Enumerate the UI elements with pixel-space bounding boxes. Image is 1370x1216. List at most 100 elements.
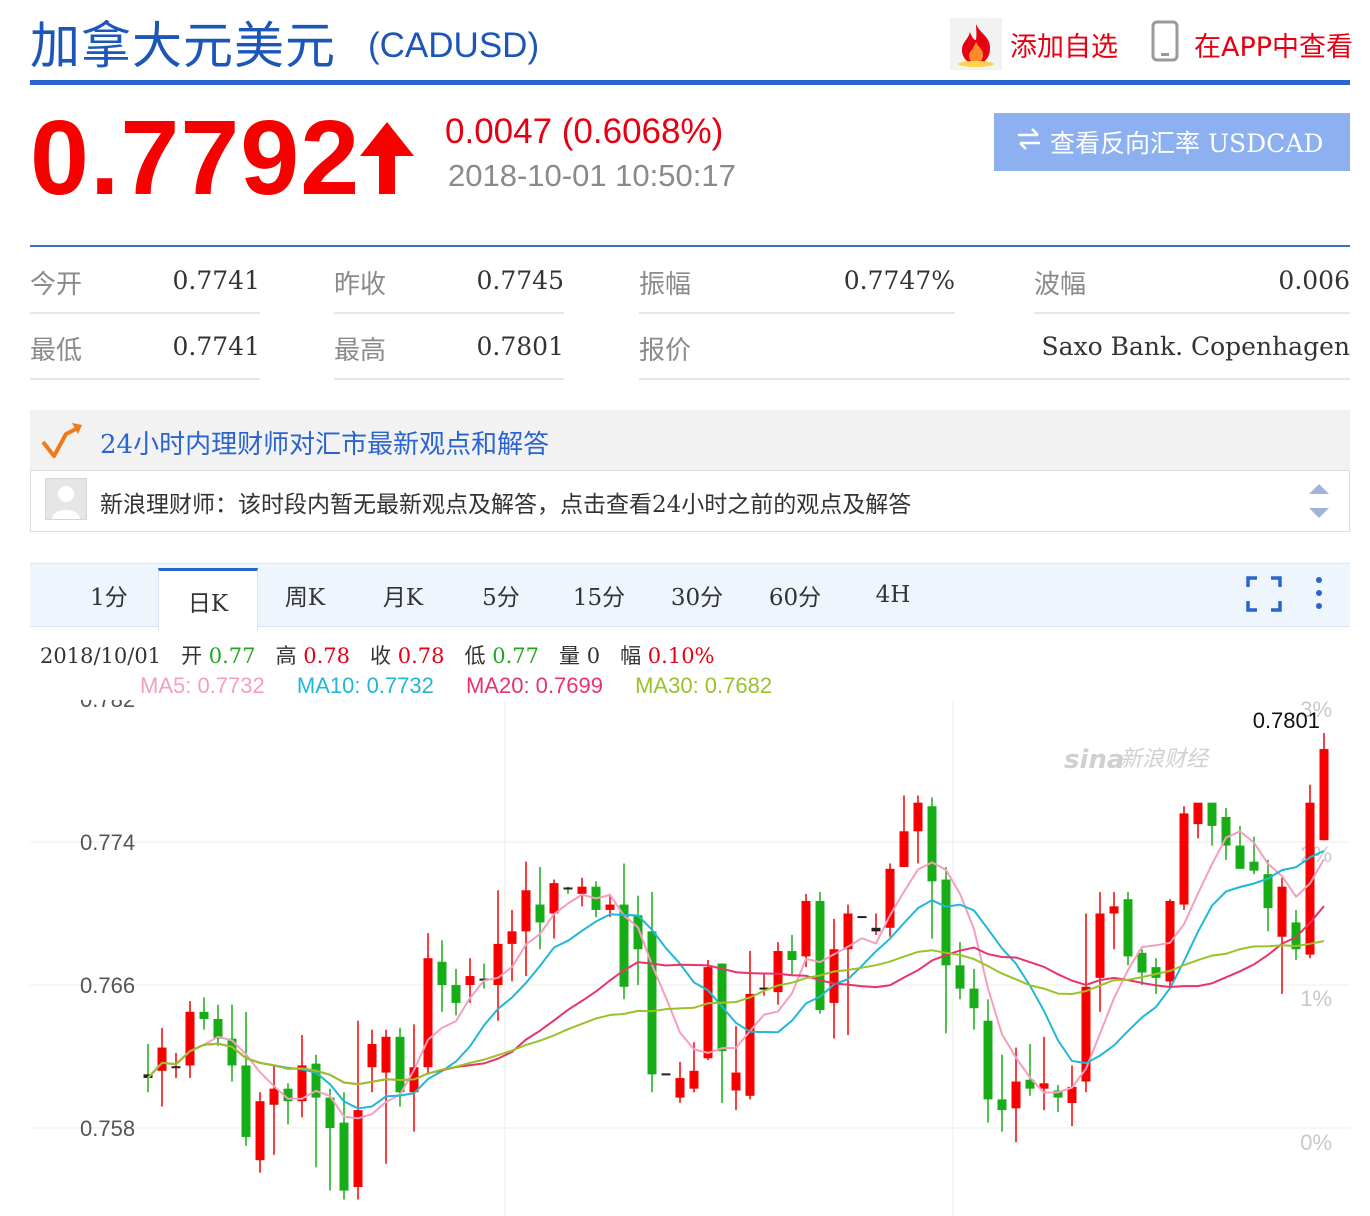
candle-body <box>997 1099 1007 1111</box>
open-value: 0.7741 <box>172 266 260 295</box>
low-value: 0.7741 <box>172 332 260 361</box>
candle-body <box>521 890 531 932</box>
quote-timestamp: 2018-10-01 10:50:17 <box>448 158 736 193</box>
opinion-title[interactable]: 24小时内理财师对汇市最新观点和解答 <box>100 424 549 461</box>
candle-body <box>899 831 909 868</box>
candle-body <box>367 1043 377 1068</box>
candle-body <box>633 915 643 950</box>
range-value: 0.006 <box>1278 266 1350 295</box>
row-divider <box>639 312 955 314</box>
candle-body <box>1179 813 1189 905</box>
ohlc-date: 2018/10/01 <box>40 644 162 668</box>
tab-0[interactable]: 1分 <box>60 565 158 625</box>
candle-body <box>983 1020 993 1100</box>
candle-body <box>241 1065 251 1137</box>
candle-body <box>1249 861 1259 871</box>
candle-body <box>927 806 937 882</box>
candle-body <box>1207 802 1217 826</box>
candle-body <box>199 1011 209 1019</box>
ohlc-readout: 2018/10/01 开 0.77 高 0.78 收 0.78 低 0.77 量… <box>40 640 715 670</box>
ohlc-close-label: 收 <box>370 644 392 668</box>
candle-body <box>381 1036 391 1073</box>
high-value: 0.7801 <box>476 332 564 361</box>
candle-body <box>171 1066 181 1069</box>
candle-body <box>339 1122 349 1191</box>
candle-body <box>451 985 461 1003</box>
prev-close-label: 昨收 <box>334 270 387 300</box>
add-watchlist-button[interactable]: 添加自选 <box>950 18 1118 70</box>
page-title: 加拿大元美元 <box>30 17 336 75</box>
candle-body <box>563 887 573 890</box>
ohlc-close: 0.78 <box>397 644 445 668</box>
row-divider <box>30 378 260 380</box>
pct-tick-label: 1% <box>1300 986 1332 1011</box>
ma20-legend: MA20: 0.7699 <box>465 673 603 698</box>
row-divider <box>639 378 1350 380</box>
row-divider <box>30 312 260 314</box>
candle-body <box>437 961 447 985</box>
candle-body <box>857 916 867 919</box>
tab-7[interactable]: 60分 <box>746 565 844 625</box>
candle-body <box>353 1110 363 1187</box>
candle-body <box>549 883 559 914</box>
tab-8[interactable]: 4H <box>844 565 942 625</box>
candle-body <box>605 904 615 910</box>
candle-body <box>731 1072 741 1091</box>
ohlc-low-label: 低 <box>464 644 486 668</box>
fullscreen-icon[interactable] <box>1246 576 1282 616</box>
sina-logo-icon: sina <box>1064 745 1124 775</box>
candle-body <box>871 927 881 932</box>
high-label: 最高 <box>334 336 387 366</box>
tab-5[interactable]: 15分 <box>550 565 648 625</box>
trend-icon <box>40 422 84 466</box>
candle-body <box>1277 886 1287 937</box>
view-in-app-button[interactable]: 在APP中查看 <box>1150 18 1353 70</box>
reverse-rate-button[interactable]: 查看反向汇率 USDCAD <box>994 113 1350 171</box>
scroll-arrows-icon[interactable] <box>1307 480 1331 526</box>
tab-4[interactable]: 5分 <box>452 565 550 625</box>
add-watchlist-label: 添加自选 <box>1010 31 1118 63</box>
candle-body <box>465 976 475 985</box>
candle-body <box>647 931 657 1075</box>
ohlc-amp-label: 幅 <box>620 644 642 668</box>
open-label: 今开 <box>30 270 83 300</box>
opinion-message[interactable]: 新浪理财师：该时段内暂无最新观点及解答，点击查看24小时之前的观点及解答 <box>100 485 911 519</box>
more-options-icon[interactable] <box>1310 576 1328 616</box>
row-divider <box>334 312 564 314</box>
candlestick-chart[interactable]: 0.7820.7740.7660.7583%2%1%0%新浪财经sina0.78… <box>0 700 1370 1216</box>
table-divider <box>30 245 1350 247</box>
candle-body <box>1221 816 1231 846</box>
candle-body <box>395 1036 405 1093</box>
source-value: Saxo Bank. Copenhagen <box>1041 332 1350 361</box>
swap-icon <box>1016 126 1042 159</box>
ma10-legend: MA10: 0.7732 <box>296 673 434 698</box>
ohlc-low: 0.77 <box>492 644 539 668</box>
candle-body <box>689 1070 699 1089</box>
arrow-up-icon <box>358 120 416 200</box>
candle-body <box>703 967 713 1059</box>
tab-3[interactable]: 月K <box>354 565 452 625</box>
ma-legend: MA5: 0.7732 MA10: 0.7732 MA20: 0.7699 MA… <box>140 673 798 699</box>
max-price-label: 0.7801 <box>1253 708 1320 733</box>
candle-body <box>1123 899 1133 957</box>
prev-close-value: 0.7745 <box>476 266 564 295</box>
watermark-text: 新浪财经 <box>1120 747 1210 772</box>
candle-body <box>885 868 895 928</box>
row-divider <box>1034 312 1350 314</box>
price-change: 0.0047 (0.6068%) <box>445 112 724 151</box>
y-tick-label: 0.774 <box>80 830 135 855</box>
candle-body <box>913 802 923 832</box>
y-tick-label: 0.766 <box>80 973 135 998</box>
ohlc-volume: 0 <box>586 644 601 668</box>
tab-6[interactable]: 30分 <box>648 565 746 625</box>
candle-body <box>801 900 811 957</box>
pct-tick-label: 0% <box>1300 1130 1332 1155</box>
tab-1[interactable]: 日K <box>158 568 258 630</box>
candle-body <box>1193 802 1203 825</box>
amplitude-label: 振幅 <box>639 270 692 300</box>
candle-body <box>1095 913 1105 978</box>
y-tick-label: 0.782 <box>80 700 135 712</box>
y-tick-label: 0.758 <box>80 1116 135 1141</box>
tab-2[interactable]: 周K <box>256 565 354 625</box>
candle-body <box>661 1073 671 1076</box>
